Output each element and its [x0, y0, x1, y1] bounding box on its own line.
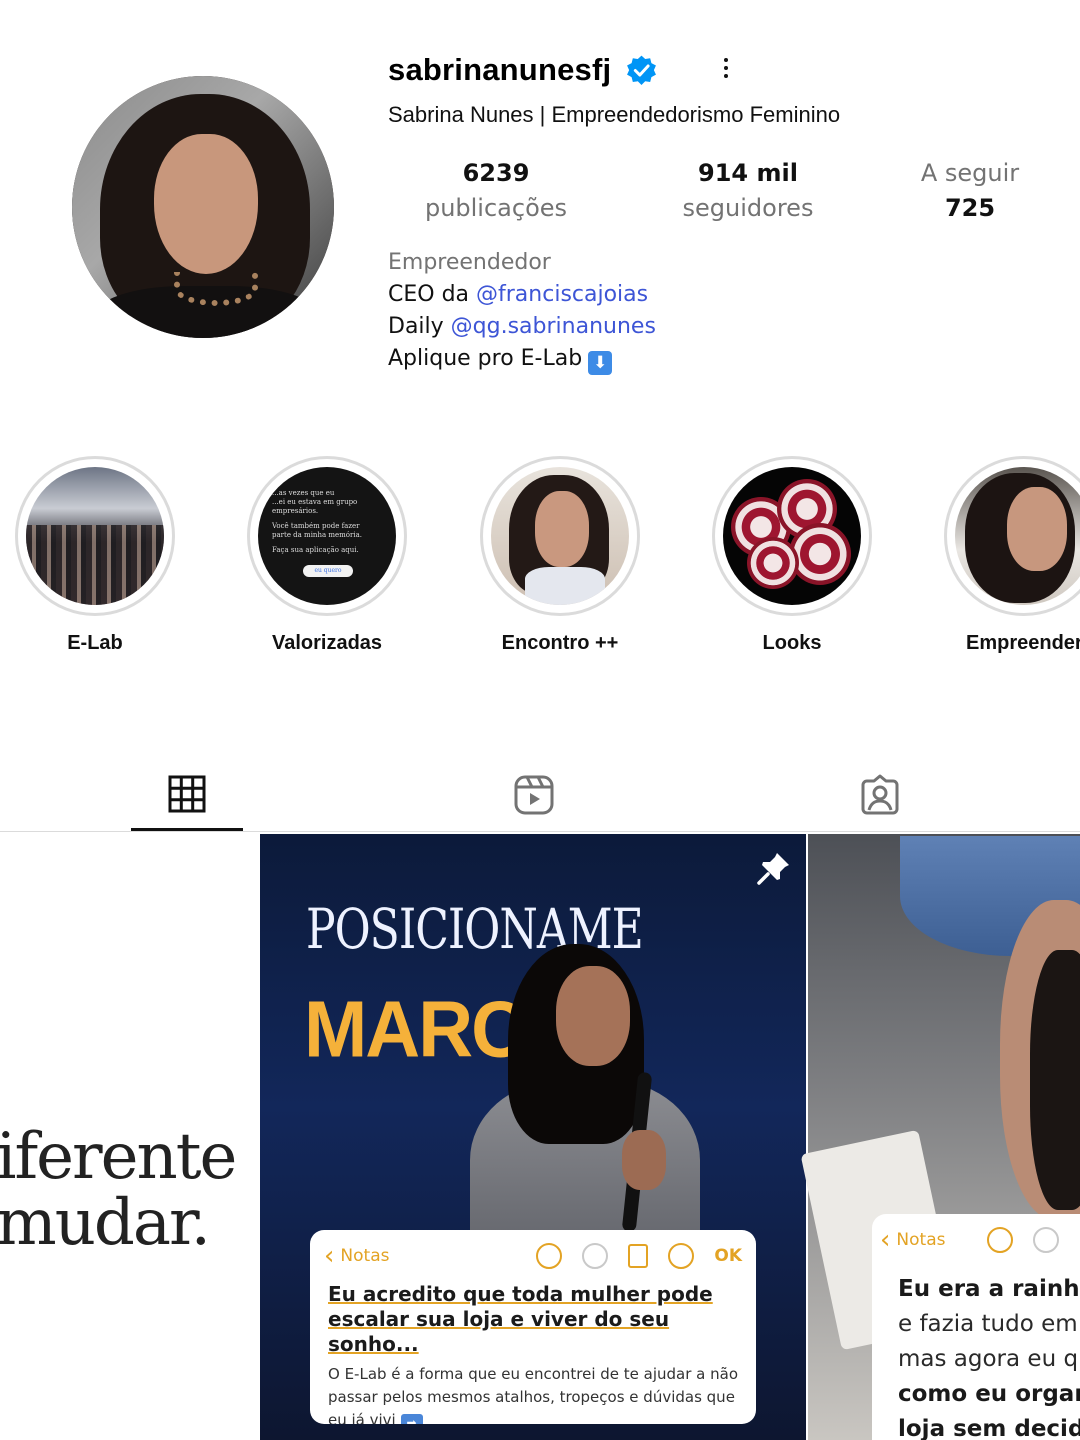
bio-category: Empreendedor — [388, 250, 551, 275]
highlight-ring[interactable] — [944, 456, 1080, 616]
username: sabrinanunesfj — [388, 52, 612, 87]
tabs-divider — [0, 831, 1080, 832]
profile-bio: Empreendedor CEO da @franciscajoias Dail… — [388, 247, 656, 375]
highlight-label: Valorizadas — [271, 632, 383, 654]
post-1-text-line: iferente — [0, 1120, 237, 1194]
notes-back-label: Notas — [340, 1246, 390, 1266]
person-image — [1030, 950, 1080, 1210]
chevron-left-icon: ‹ — [880, 1225, 891, 1255]
reels-icon — [514, 775, 554, 815]
highlight-looks[interactable]: Looks — [712, 456, 872, 655]
highlight-label: Empreender — [966, 632, 1080, 654]
bio-line-ceo-prefix: CEO da — [388, 282, 477, 307]
undo-icon — [987, 1227, 1014, 1253]
highlight-empreender[interactable]: Empreender — [944, 456, 1080, 655]
highlight-cover-image — [955, 467, 1080, 605]
chevron-left-icon: ‹ — [324, 1241, 335, 1271]
following-count[interactable]: 725 — [890, 190, 1050, 226]
tab-reels[interactable] — [478, 770, 590, 832]
speaker-image — [556, 966, 630, 1066]
pin-icon — [757, 853, 789, 885]
highlight-label: E-Lab — [67, 632, 123, 654]
cover-text-line: Você também pode fazer — [272, 522, 360, 530]
tab-tagged[interactable] — [824, 770, 936, 832]
notes-toolbar: ‹ Notas OK — [310, 1230, 756, 1282]
down-arrow-icon: ⬇ — [588, 351, 613, 375]
bio-line-daily: Daily @qg.sabrinanunes — [388, 311, 656, 343]
posts-label: publicações — [424, 194, 568, 222]
profile-full-name: Sabrina Nunes | Empreendedorismo Feminin… — [388, 102, 841, 127]
profile-avatar[interactable] — [72, 76, 334, 338]
highlight-ring[interactable] — [712, 456, 872, 616]
username-row: sabrinanunesfj — [388, 48, 658, 92]
right-arrow-icon: ➡ — [400, 1414, 423, 1424]
notes-line: Eu era a rainha — [898, 1276, 1080, 1302]
cover-text-line: parte da minha memória. — [272, 531, 362, 539]
notes-body: O E-Lab é a forma que eu encontrei de te… — [310, 1357, 756, 1424]
more-circle-icon — [668, 1243, 695, 1269]
bio-line-daily-prefix: Daily — [388, 314, 451, 339]
notes-line: e fazia tudo em — [898, 1311, 1078, 1337]
bio-line-ceo: CEO da @franciscajoias — [388, 279, 656, 311]
share-icon — [628, 1244, 649, 1268]
post-1-text-line: mudar. — [0, 1186, 211, 1260]
post-3-notes-card: ‹ Notas Eu era a rainha e fazia tudo em … — [872, 1214, 1080, 1440]
notes-text: Eu era a rainha e fazia tudo em mas agor… — [872, 1266, 1080, 1440]
highlight-valorizadas[interactable]: ...as vezes que eu ...ei eu estava em gr… — [247, 456, 407, 655]
highlight-cover-image — [491, 467, 629, 605]
post-2-notes-card: ‹ Notas OK Eu acredito que toda mulher p… — [310, 1230, 756, 1424]
notes-body-text: O E-Lab é a forma que eu encontrei de te… — [328, 1365, 739, 1424]
mention-link-franciscajoias[interactable]: @franciscajoias — [476, 282, 648, 307]
cover-text-line: Faça sua aplicação aqui. — [272, 546, 359, 554]
more-options-icon[interactable] — [714, 54, 738, 82]
highlight-ring[interactable]: ...as vezes que eu ...ei eu estava em gr… — [247, 456, 407, 616]
followers-count[interactable]: 914 mil — [654, 156, 842, 190]
verified-badge-icon — [627, 55, 657, 85]
highlight-cover-image — [723, 467, 861, 605]
highlight-label: Encontro ++ — [501, 632, 619, 654]
notes-back-label: Notas — [896, 1230, 946, 1250]
notes-ok-label: OK — [714, 1246, 742, 1266]
highlight-e-lab[interactable]: E-Lab — [15, 456, 175, 655]
speaker-image — [622, 1130, 666, 1190]
highlight-ring[interactable] — [15, 456, 175, 616]
tab-posts[interactable] — [131, 770, 243, 832]
following-label[interactable]: A seguir — [890, 156, 1050, 190]
cover-text-line: ...ei eu estava em grupo — [272, 498, 358, 506]
highlight-ring[interactable] — [480, 456, 640, 616]
tagged-icon — [861, 774, 899, 815]
cover-button-label: eu quero — [303, 565, 353, 577]
highlight-label: Looks — [762, 632, 822, 654]
notes-line: loja sem decidi — [898, 1416, 1080, 1440]
following-stat[interactable]: A seguir 725 — [890, 156, 1050, 226]
highlight-cover-image — [26, 467, 164, 605]
mention-link-qg-sabrinanunes[interactable]: @qg.sabrinanunes — [451, 314, 656, 339]
cover-text-line: empresários. — [272, 507, 319, 515]
cover-text-line: ...as vezes que eu — [272, 489, 335, 497]
bio-line-apply: Aplique pro E-Lab ⬇ — [388, 343, 656, 375]
notes-line: como eu organ — [898, 1381, 1080, 1407]
redo-icon — [582, 1243, 609, 1269]
followers-stat[interactable]: 914 mil seguidores — [654, 156, 842, 226]
notes-line: mas agora eu q — [898, 1346, 1079, 1372]
notes-headline: Eu acredito que toda mulher pode escalar… — [328, 1282, 713, 1356]
highlight-encontro[interactable]: Encontro ++ — [480, 456, 640, 655]
highlight-cover-image: ...as vezes que eu ...ei eu estava em gr… — [258, 467, 396, 605]
redo-icon — [1033, 1227, 1060, 1253]
posts-stat: 6239 publicações — [400, 156, 592, 226]
notes-toolbar: ‹ Notas — [872, 1214, 1080, 1266]
followers-label[interactable]: seguidores — [654, 190, 842, 226]
grid-icon — [168, 775, 206, 813]
undo-icon — [536, 1243, 563, 1269]
posts-count: 6239 — [462, 159, 530, 187]
bio-line-apply-text: Aplique pro E-Lab — [388, 346, 583, 371]
